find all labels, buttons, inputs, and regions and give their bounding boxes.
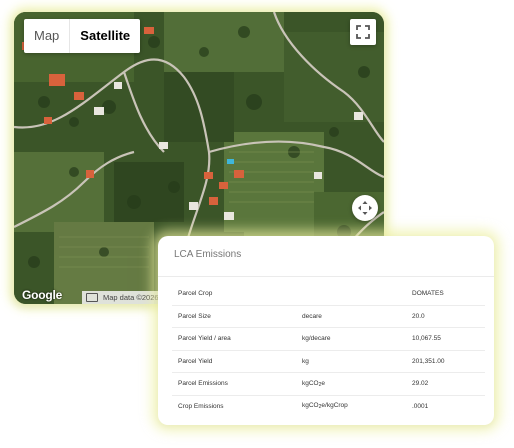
map-type-toggle: Map Satellite xyxy=(24,19,141,53)
table-row: Parcel Crop DOMATES xyxy=(172,283,485,306)
lca-emissions-card: LCA Emissions Parcel Crop DOMATES Parcel… xyxy=(158,236,494,425)
unit-prefix: kgCO xyxy=(302,402,319,410)
row-unit: kg xyxy=(302,357,309,365)
row-unit: kg/decare xyxy=(302,335,331,343)
pan-arrows-icon xyxy=(358,201,372,215)
lca-table: Parcel Crop DOMATES Parcel Size decare 2… xyxy=(172,283,485,417)
fullscreen-button[interactable] xyxy=(350,19,376,45)
row-value: DOMATES xyxy=(412,290,444,298)
table-row: Parcel Emissions kgCO2e 29.02 xyxy=(172,373,485,396)
pan-control-button[interactable] xyxy=(352,195,378,221)
row-label: Crop Emissions xyxy=(178,402,224,410)
row-value: 20.0 xyxy=(412,312,425,320)
table-row: Parcel Size decare 20.0 xyxy=(172,306,485,328)
row-label: Parcel Crop xyxy=(178,290,213,298)
lca-title: LCA Emissions xyxy=(158,236,494,277)
keyboard-icon[interactable] xyxy=(86,293,98,302)
row-unit: kgCO2e/kgCrop xyxy=(302,402,412,410)
fullscreen-icon xyxy=(356,25,370,39)
row-value: 201,351.00 xyxy=(412,357,445,365)
row-unit: decare xyxy=(302,312,322,320)
row-label: Parcel Emissions xyxy=(178,380,228,388)
row-label: Parcel Yield xyxy=(178,357,213,365)
row-label: Parcel Size xyxy=(178,312,211,320)
row-value: .0001 xyxy=(412,402,429,410)
row-unit: kgCO2e xyxy=(302,380,412,388)
table-row: Crop Emissions kgCO2e/kgCrop .0001 xyxy=(172,396,485,418)
table-row: Parcel Yield / area kg/decare 10,067.55 xyxy=(172,328,485,351)
row-value: 29.02 xyxy=(412,380,429,388)
unit-prefix: kgCO xyxy=(302,379,319,387)
satellite-view-button[interactable]: Satellite xyxy=(70,19,140,53)
row-label: Parcel Yield / area xyxy=(178,335,231,343)
row-value: 10,067.55 xyxy=(412,335,441,343)
google-logo: Google xyxy=(22,288,63,302)
table-row: Parcel Yield kg 201,351.00 xyxy=(172,351,485,373)
unit-suffix: e xyxy=(321,379,326,387)
unit-suffix: e/kgCrop xyxy=(321,402,348,410)
map-view-button[interactable]: Map xyxy=(24,19,69,53)
